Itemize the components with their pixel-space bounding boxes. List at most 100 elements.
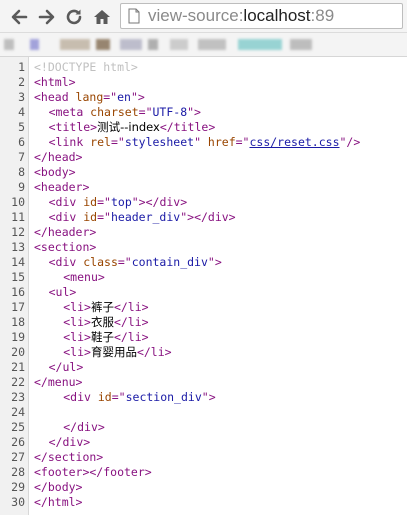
code-token: 衣服 (90, 315, 114, 329)
line-code: </body> (34, 480, 82, 495)
code-token: stylesheet (124, 135, 195, 149)
code-token: 鞋子 (90, 330, 114, 344)
code-token: rel (90, 135, 111, 149)
bookmark-item[interactable] (290, 39, 312, 50)
url-port: :89 (310, 6, 335, 25)
line-code: <html> (34, 75, 76, 90)
line-number: 28 (11, 465, 25, 479)
line-code: <div class="contain_div"> (34, 255, 222, 270)
line-number: 15 (11, 270, 25, 284)
source-line: 18 <li>衣服</li> (0, 315, 407, 330)
line-code: <body> (34, 165, 76, 180)
code-token: =" (235, 135, 250, 149)
line-code: <ul> (34, 285, 77, 300)
source-line: 19 <li>鞋子</li> (0, 330, 407, 345)
reload-icon[interactable] (63, 6, 85, 28)
code-token: "> (201, 390, 216, 404)
code-token: charset (90, 105, 139, 119)
forward-arrow-icon[interactable] (36, 6, 58, 28)
code-token: </li> (113, 300, 149, 314)
code-token: =" (138, 105, 153, 119)
url-text[interactable]: view-source:localhost:89 (148, 5, 334, 27)
code-token: UTF-8 (152, 105, 188, 119)
code-token: id (83, 195, 98, 209)
line-number: 3 (18, 90, 25, 104)
code-token: =" (97, 195, 111, 209)
line-number: 4 (18, 105, 25, 119)
code-token: <header> (34, 180, 90, 194)
line-number: 30 (11, 495, 25, 509)
back-arrow-icon[interactable] (8, 6, 30, 28)
code-token: </div> (48, 435, 91, 449)
address-bar[interactable]: view-source:localhost:89 (120, 3, 403, 29)
code-token: <footer></footer> (34, 465, 152, 479)
line-code: </menu> (34, 375, 82, 390)
line-code: <li>衣服</li> (34, 315, 148, 330)
bookmark-item[interactable] (4, 39, 14, 50)
source-line: 10 <div id="top"></div> (0, 195, 407, 210)
code-token: =" (97, 210, 111, 224)
code-token: <html> (34, 75, 76, 89)
bookmark-item[interactable] (60, 39, 90, 50)
line-code: </div> (34, 420, 105, 435)
stylesheet-link[interactable]: css/reset.css (249, 135, 339, 149)
line-number: 7 (18, 150, 25, 164)
source-line: 11 <div id="header_div"></div> (0, 210, 407, 225)
line-code: <section> (34, 240, 96, 255)
line-code: <footer></footer> (34, 465, 152, 480)
view-source-panel: 1 <!DOCTYPE html> 2 <html> 3 <head lang="en">… (0, 57, 407, 515)
bookmark-item[interactable] (96, 39, 110, 50)
source-line: 23 <div id="section_div"> (0, 390, 407, 405)
line-code: </div> (34, 435, 91, 450)
code-token: 测试--index (97, 120, 160, 134)
code-token: top (110, 195, 132, 209)
bookmarks-bar (0, 33, 407, 57)
code-token: </li> (113, 330, 149, 344)
bookmark-item[interactable] (30, 39, 39, 50)
code-token: "/> (339, 135, 361, 149)
line-code: <div id="header_div"></div> (34, 210, 236, 225)
source-line: 28 <footer></footer> (0, 465, 407, 480)
code-token: <body> (34, 165, 76, 179)
line-number: 29 (11, 480, 25, 494)
bookmark-item[interactable] (170, 39, 188, 50)
source-line: 6 <link rel="stylesheet" href="css/reset… (0, 135, 407, 150)
source-line: 27 </section> (0, 450, 407, 465)
source-line: 20 <li>育婴用品</li> (0, 345, 407, 360)
code-token: <link (48, 135, 91, 149)
bookmark-item[interactable] (120, 39, 142, 50)
line-code: </html> (34, 495, 82, 510)
code-token: </div> (63, 420, 105, 434)
bookmark-item[interactable] (148, 39, 158, 50)
source-line: 21 </ul> (0, 360, 407, 375)
code-token: <li> (63, 315, 91, 329)
line-code: </header> (34, 225, 96, 240)
home-icon[interactable] (91, 6, 113, 28)
source-line: 7 </head> (0, 150, 407, 165)
code-token: id (83, 210, 98, 224)
line-number: 11 (11, 210, 25, 224)
line-code: <head lang="en"> (34, 90, 145, 105)
code-token: section_div (125, 390, 202, 404)
code-token: en (117, 90, 131, 104)
bookmark-item[interactable] (198, 39, 226, 50)
code-token: 裤子 (90, 300, 114, 314)
source-line: 12 </header> (0, 225, 407, 240)
source-line: 26 </div> (0, 435, 407, 450)
line-number: 23 (11, 390, 25, 404)
line-number: 10 (11, 195, 25, 209)
code-token: <li> (63, 345, 91, 359)
line-code: <li>裤子</li> (34, 300, 149, 315)
code-token: </title> (159, 120, 216, 134)
code-token: </head> (34, 150, 83, 164)
bookmark-item[interactable] (238, 39, 282, 50)
source-line: 16 <ul> (0, 285, 407, 300)
line-code: <li>鞋子</li> (34, 330, 149, 345)
code-token: =" (117, 255, 132, 269)
